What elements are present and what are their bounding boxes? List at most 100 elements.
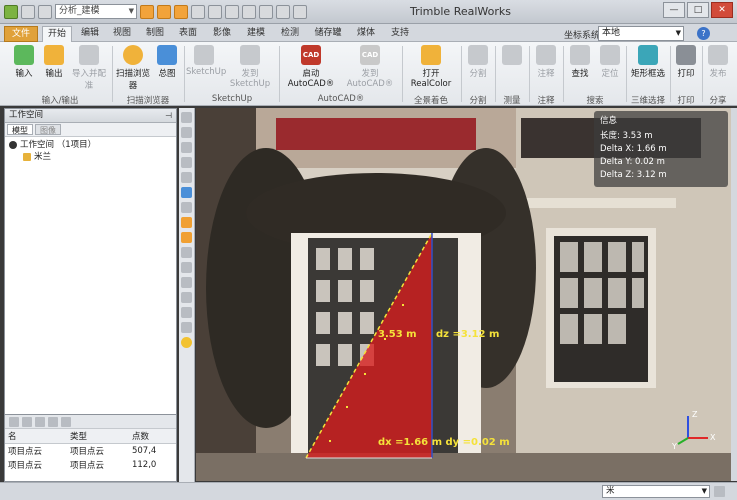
viewport-scrollbar[interactable]: [731, 108, 737, 481]
output-button[interactable]: 输出: [40, 45, 68, 79]
annotation-button[interactable]: 注释: [532, 45, 560, 79]
unit-select[interactable]: 米 ▼: [602, 485, 710, 498]
send-sketchup-icon: [240, 45, 260, 65]
properties-icon[interactable]: [9, 417, 19, 427]
app-title: Trimble RealWorks: [410, 5, 511, 18]
d-p-2: [346, 406, 348, 408]
rect-select-button[interactable]: 矩形框选: [628, 45, 668, 79]
import-icon: [79, 45, 99, 65]
select-icon[interactable]: [181, 202, 192, 213]
input-button[interactable]: 输入: [10, 45, 38, 79]
export-icon[interactable]: [225, 4, 239, 19]
navigate-icon[interactable]: [181, 112, 192, 123]
clip-icon[interactable]: [181, 292, 192, 303]
group-measure-label: 测量: [503, 96, 521, 106]
project-combo[interactable]: 分析_建模 ▼: [55, 4, 137, 19]
segment-button[interactable]: 分割: [464, 45, 492, 79]
sort-icon[interactable]: [61, 417, 71, 427]
arrow-up-icon[interactable]: [35, 417, 45, 427]
tab-drawing[interactable]: 制图: [141, 26, 169, 42]
start-autocad-button[interactable]: CAD 启动AutoCAD®: [282, 45, 340, 89]
open-realcolor-button[interactable]: 打开RealColor: [404, 45, 458, 89]
minimize-button[interactable]: —: [663, 2, 685, 18]
ribbon: 输入 输出 导入并配准 输入/输出 扫描浏览器 总图 扫描浏览器 SketchU…: [0, 42, 737, 106]
send-sketchup-button[interactable]: 发到SketchUp: [224, 45, 276, 89]
send-autocad-button[interactable]: CAD 发到AutoCAD®: [342, 45, 398, 89]
tab-coal[interactable]: 煤体: [352, 26, 380, 42]
group-segment-label: 分割: [469, 96, 487, 106]
coord-system-select[interactable]: 本地 ▼: [598, 26, 684, 41]
color-icon[interactable]: [181, 217, 192, 228]
section-icon[interactable]: [181, 277, 192, 288]
grid-icon[interactable]: [181, 262, 192, 273]
cut-icon[interactable]: [242, 4, 256, 19]
settings-icon[interactable]: [293, 4, 307, 19]
view-icon[interactable]: [181, 187, 192, 198]
table-row[interactable]: 项目点云 项目点云 507,4: [5, 444, 176, 459]
output-icon: [44, 45, 64, 65]
folder-icon[interactable]: [22, 417, 32, 427]
group-autocad-label: AutoCAD®: [317, 94, 365, 104]
tab-image-view[interactable]: 图像: [35, 124, 61, 135]
column-header[interactable]: 点数: [128, 429, 176, 444]
tree-project[interactable]: 米兰: [9, 151, 172, 163]
3d-viewport[interactable]: 3.53 m dz =3.12 m dx =1.66 m dy =0.02 m …: [196, 108, 731, 481]
properties-panel: 名 类型 点数 项目点云 项目点云 507,4 项目点云 项目点云 112,0: [5, 414, 176, 481]
maximize-button[interactable]: □: [687, 2, 709, 18]
sketchup-button[interactable]: SketchUp: [186, 45, 226, 77]
rotate-icon[interactable]: [181, 127, 192, 138]
warning-icon[interactable]: [181, 232, 192, 243]
resize-grip-icon[interactable]: [714, 486, 725, 497]
tab-inspection[interactable]: 检测: [276, 26, 304, 42]
close-button[interactable]: ✕: [711, 2, 733, 18]
workspace-icon: [9, 141, 17, 149]
column-header[interactable]: 类型: [66, 429, 129, 444]
app-icon: [4, 4, 18, 19]
copy-icon[interactable]: [259, 4, 273, 19]
table-row[interactable]: 项目点云 项目点云 112,0: [5, 458, 176, 472]
publish-button[interactable]: 发布: [704, 45, 732, 79]
save-icon[interactable]: [191, 4, 205, 19]
realcolor-icon: [421, 45, 441, 65]
measure-button[interactable]: [498, 45, 526, 67]
light-icon[interactable]: [181, 337, 192, 348]
tab-image[interactable]: 影像: [208, 26, 236, 42]
new-icon[interactable]: [140, 4, 154, 19]
camera-icon[interactable]: [181, 322, 192, 333]
undo-icon[interactable]: [21, 4, 35, 19]
annotation-icon: [536, 45, 556, 65]
home-icon[interactable]: [181, 307, 192, 318]
tab-tanks[interactable]: 储存罐: [310, 26, 346, 42]
scan-browser-button[interactable]: 扫描浏览器: [114, 45, 152, 91]
tab-model[interactable]: 模型: [7, 124, 33, 135]
tree-root[interactable]: 工作空间 （1项目）: [9, 139, 172, 151]
tab-modeling[interactable]: 建模: [242, 26, 270, 42]
open-icon[interactable]: [157, 4, 171, 19]
tab-home[interactable]: 开始: [42, 26, 72, 42]
import-register-button[interactable]: 导入并配准: [68, 45, 110, 91]
help-icon[interactable]: ?: [697, 27, 710, 40]
layers-icon[interactable]: [181, 247, 192, 258]
tab-support[interactable]: 支持: [386, 26, 414, 42]
print-button[interactable]: 打印: [672, 45, 700, 79]
paste-icon[interactable]: [276, 4, 290, 19]
save-as-icon[interactable]: [208, 4, 222, 19]
redo-icon[interactable]: [38, 4, 52, 19]
folder-icon[interactable]: [174, 4, 188, 19]
overview-button[interactable]: 总图: [154, 45, 180, 79]
d-p-1: [329, 440, 331, 442]
find-button[interactable]: 查找: [566, 45, 594, 79]
tab-view[interactable]: 视图: [108, 26, 136, 42]
tab-surface[interactable]: 表面: [174, 26, 202, 42]
vertical-toolbar: [179, 108, 195, 482]
locate-button[interactable]: 定位: [596, 45, 624, 79]
zoom-icon[interactable]: [181, 157, 192, 168]
column-header[interactable]: 名: [5, 429, 67, 444]
tab-file[interactable]: 文件: [4, 26, 38, 42]
pin-icon[interactable]: ⊣: [165, 109, 172, 122]
list-icon[interactable]: [48, 417, 58, 427]
fit-icon[interactable]: [181, 172, 192, 183]
pan-icon[interactable]: [181, 142, 192, 153]
tab-edit[interactable]: 编辑: [76, 26, 104, 42]
group-share-label: 分享: [709, 96, 727, 106]
